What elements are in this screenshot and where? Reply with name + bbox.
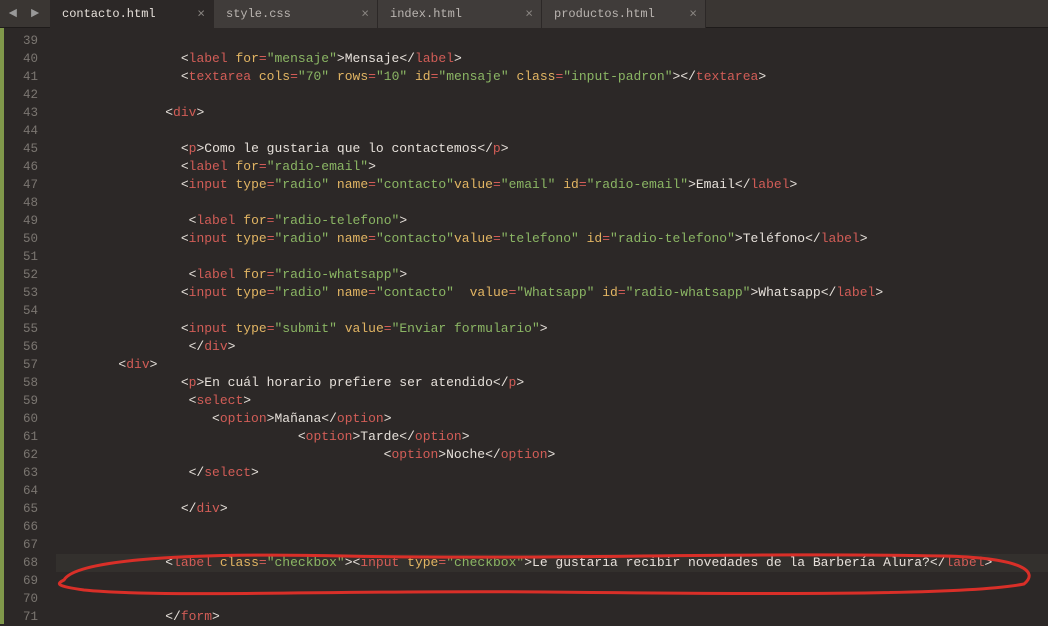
line-number: 54 bbox=[4, 302, 38, 320]
code-line[interactable]: <label for="radio-whatsapp"> bbox=[56, 266, 1048, 284]
code-line[interactable] bbox=[56, 122, 1048, 140]
editor-pane: 3940414243444546474849505152535455565758… bbox=[0, 28, 1048, 624]
line-number: 46 bbox=[4, 158, 38, 176]
line-number: 47 bbox=[4, 176, 38, 194]
code-line[interactable]: <input type="radio" name="contacto"value… bbox=[56, 230, 1048, 248]
close-icon[interactable]: × bbox=[525, 6, 533, 21]
line-number: 40 bbox=[4, 50, 38, 68]
line-number: 61 bbox=[4, 428, 38, 446]
close-icon[interactable]: × bbox=[689, 6, 697, 21]
code-line[interactable]: <div> bbox=[56, 356, 1048, 374]
code-line[interactable]: <label for="radio-email"> bbox=[56, 158, 1048, 176]
line-number: 70 bbox=[4, 590, 38, 608]
line-number: 57 bbox=[4, 356, 38, 374]
line-number: 65 bbox=[4, 500, 38, 518]
code-line[interactable]: <input type="radio" name="contacto"value… bbox=[56, 176, 1048, 194]
line-number: 58 bbox=[4, 374, 38, 392]
line-number: 41 bbox=[4, 68, 38, 86]
code-line[interactable]: <textarea cols="70" rows="10" id="mensaj… bbox=[56, 68, 1048, 86]
line-number: 68 bbox=[4, 554, 38, 572]
line-number: 60 bbox=[4, 410, 38, 428]
tab-label: productos.html bbox=[554, 7, 655, 21]
line-number: 43 bbox=[4, 104, 38, 122]
code-line[interactable]: </div> bbox=[56, 338, 1048, 356]
tab-index-html[interactable]: index.html × bbox=[378, 0, 542, 28]
code-area[interactable]: <label for="mensaje">Mensaje</label> <te… bbox=[44, 28, 1048, 624]
line-number: 53 bbox=[4, 284, 38, 302]
line-number-gutter: 3940414243444546474849505152535455565758… bbox=[0, 28, 44, 624]
line-number: 45 bbox=[4, 140, 38, 158]
code-line[interactable]: </select> bbox=[56, 464, 1048, 482]
title-bar: ◄ ► contacto.html×style.css×index.html×p… bbox=[0, 0, 1048, 28]
code-line[interactable] bbox=[56, 572, 1048, 590]
line-number: 48 bbox=[4, 194, 38, 212]
line-number: 66 bbox=[4, 518, 38, 536]
code-line[interactable] bbox=[56, 194, 1048, 212]
code-line[interactable]: </div> bbox=[56, 500, 1048, 518]
line-number: 49 bbox=[4, 212, 38, 230]
line-number: 63 bbox=[4, 464, 38, 482]
line-number: 62 bbox=[4, 446, 38, 464]
code-line[interactable] bbox=[56, 32, 1048, 50]
code-line[interactable]: <input type="submit" value="Enviar formu… bbox=[56, 320, 1048, 338]
code-line[interactable] bbox=[56, 518, 1048, 536]
line-number: 51 bbox=[4, 248, 38, 266]
code-line[interactable]: <option>Tarde</option> bbox=[56, 428, 1048, 446]
code-line[interactable]: <option>Mañana</option> bbox=[56, 410, 1048, 428]
nav-back-icon[interactable]: ◄ bbox=[2, 3, 24, 25]
code-line[interactable] bbox=[56, 536, 1048, 554]
code-line[interactable]: <select> bbox=[56, 392, 1048, 410]
line-number: 59 bbox=[4, 392, 38, 410]
tab-label: contacto.html bbox=[62, 7, 156, 21]
code-line[interactable]: </form> bbox=[56, 608, 1048, 626]
code-line[interactable] bbox=[56, 590, 1048, 608]
code-line[interactable] bbox=[56, 302, 1048, 320]
tab-style-css[interactable]: style.css × bbox=[214, 0, 378, 28]
code-line[interactable]: <input type="radio" name="contacto" valu… bbox=[56, 284, 1048, 302]
tab-label: style.css bbox=[226, 7, 291, 21]
code-line[interactable]: <p>Como le gustaria que lo contactemos</… bbox=[56, 140, 1048, 158]
tab-contacto-html[interactable]: contacto.html × bbox=[50, 0, 214, 28]
tab-productos-html[interactable]: productos.html × bbox=[542, 0, 706, 28]
line-number: 52 bbox=[4, 266, 38, 284]
code-line[interactable]: <label for="radio-telefono"> bbox=[56, 212, 1048, 230]
line-number: 50 bbox=[4, 230, 38, 248]
tab-label: index.html bbox=[390, 7, 462, 21]
line-number: 71 bbox=[4, 608, 38, 626]
code-line[interactable]: <div> bbox=[56, 104, 1048, 122]
code-line[interactable] bbox=[56, 248, 1048, 266]
line-number: 44 bbox=[4, 122, 38, 140]
nav-forward-icon[interactable]: ► bbox=[24, 3, 46, 25]
line-number: 55 bbox=[4, 320, 38, 338]
tab-strip: contacto.html×style.css×index.html×produ… bbox=[50, 0, 706, 28]
code-line[interactable]: <p>En cuál horario prefiere ser atendido… bbox=[56, 374, 1048, 392]
code-line[interactable] bbox=[56, 86, 1048, 104]
line-number: 42 bbox=[4, 86, 38, 104]
line-number: 69 bbox=[4, 572, 38, 590]
line-number: 64 bbox=[4, 482, 38, 500]
code-line[interactable] bbox=[56, 482, 1048, 500]
line-number: 39 bbox=[4, 32, 38, 50]
code-line[interactable]: <label for="mensaje">Mensaje</label> bbox=[56, 50, 1048, 68]
line-number: 67 bbox=[4, 536, 38, 554]
code-line[interactable]: <option>Noche</option> bbox=[56, 446, 1048, 464]
close-icon[interactable]: × bbox=[197, 6, 205, 21]
line-number: 56 bbox=[4, 338, 38, 356]
code-line[interactable]: <label class="checkbox"><input type="che… bbox=[56, 554, 1048, 572]
close-icon[interactable]: × bbox=[361, 6, 369, 21]
